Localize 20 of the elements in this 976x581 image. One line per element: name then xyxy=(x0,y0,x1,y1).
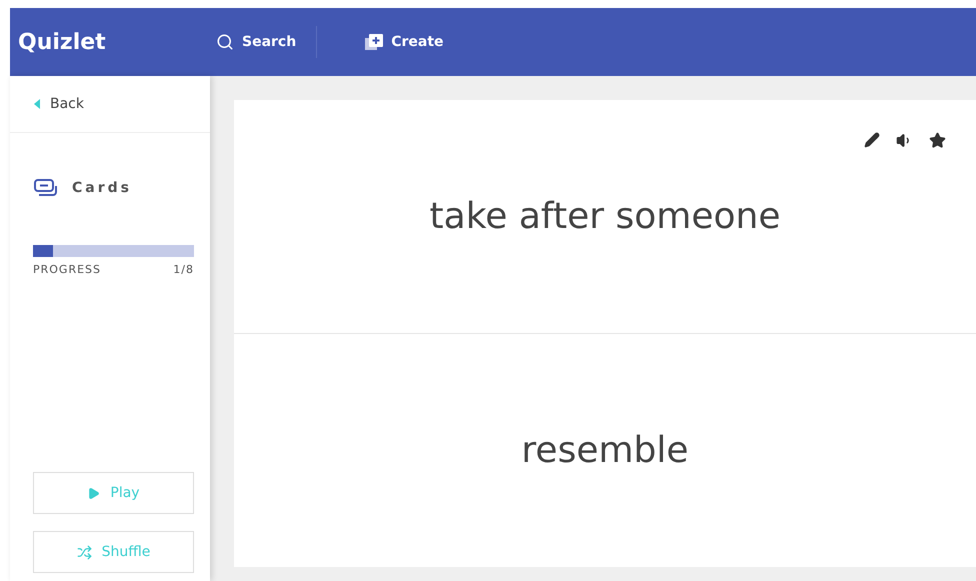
card-term: take after someone xyxy=(430,196,780,237)
edit-button[interactable] xyxy=(864,132,880,149)
progress-count: 1/8 xyxy=(173,263,194,276)
flashcard[interactable]: take after someone resemble xyxy=(234,100,976,567)
card-definition: resemble xyxy=(521,430,689,471)
logo[interactable]: Quizlet xyxy=(18,30,196,54)
search-link[interactable]: Search xyxy=(196,26,318,58)
create-link[interactable]: Create xyxy=(345,26,464,58)
pencil-icon xyxy=(864,132,880,148)
caret-icon xyxy=(34,99,40,109)
cards-icon xyxy=(34,179,58,197)
star-button[interactable] xyxy=(929,132,946,149)
star-icon xyxy=(929,132,946,149)
play-icon xyxy=(87,486,100,500)
add-card-icon xyxy=(365,34,384,50)
search-icon xyxy=(216,33,234,51)
shuffle-icon xyxy=(76,544,92,560)
progress-label: PROGRESS xyxy=(33,263,102,276)
mode-title: Cards xyxy=(72,180,132,196)
back-link[interactable]: Back xyxy=(10,76,210,133)
